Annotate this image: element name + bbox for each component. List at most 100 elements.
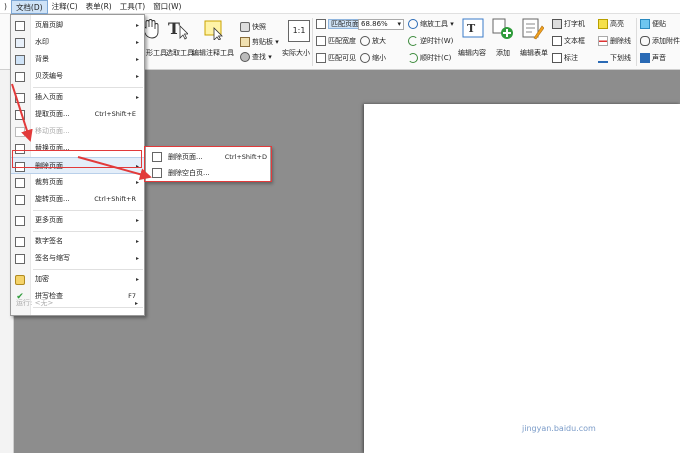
fit-visible-label: 匹配可见 (328, 54, 356, 62)
menu-item-encrypt[interactable]: 加密 ▸ (11, 271, 144, 288)
select-text-icon[interactable]: T (166, 18, 188, 40)
select-tool-label[interactable]: 选取工具 (166, 48, 194, 58)
callout-label: 标注 (564, 54, 578, 62)
ribbon-divider (312, 18, 313, 66)
actual-size-icon[interactable]: 1:1 (288, 20, 310, 42)
attach-label: 添加附件 (652, 37, 680, 45)
chevron-down-icon[interactable]: ▾ (397, 20, 401, 29)
header-footer-icon (15, 21, 25, 31)
chevron-right-icon: ▸ (135, 94, 139, 101)
rotate-left-icon (408, 36, 418, 46)
rotate-ccw-button[interactable]: 逆时针(W) (408, 36, 453, 46)
attach-button[interactable]: 添加附件 (640, 36, 680, 46)
menu-item-digital-signature[interactable]: 数字签名 ▸ (11, 233, 144, 250)
menu-item-label: 页眉页脚 (35, 21, 63, 29)
menu-item-label: 加密 (35, 275, 49, 283)
strikeout-button[interactable]: 删除线 (598, 36, 631, 46)
note-icon (640, 19, 650, 29)
zoom-in-button[interactable]: 放大 (360, 36, 386, 46)
menu-item-comment[interactable]: 注释(C) (48, 0, 82, 14)
menu-item-header-footer[interactable]: 页眉页脚 ▸ (11, 17, 144, 34)
typewriter-icon (552, 19, 562, 29)
edit-content-label[interactable]: 编辑内容 (458, 48, 486, 58)
menu-item-label: 裁剪页面 (35, 178, 63, 186)
sound-button[interactable]: 声音 (640, 53, 666, 63)
clipboard-button[interactable]: 剪贴板 ▾ (240, 37, 279, 47)
clipboard-label: 剪贴板 (252, 38, 273, 46)
menu-item-background[interactable]: 背景 ▸ (11, 51, 144, 68)
menu-item-extract-page[interactable]: 提取页面... Ctrl+Shift+E (11, 106, 144, 123)
menu-item-label: 数字签名 (35, 237, 63, 245)
menu-item-window[interactable]: 窗口(W) (149, 0, 185, 14)
typewriter-button[interactable]: 打字机 (552, 19, 585, 29)
menu-item-bates-numbering[interactable]: 贝茨编号 ▸ (11, 68, 144, 85)
textbox-icon (552, 36, 562, 46)
menu-item-label: 运行: <无> (16, 299, 54, 307)
textbox-button[interactable]: 文本框 (552, 36, 585, 46)
snapshot-button[interactable]: 快照 (240, 22, 266, 32)
chevron-right-icon: ▸ (135, 255, 139, 262)
shortcut-label: Ctrl+Shift+E (94, 110, 136, 118)
fit-visible-button[interactable]: 匹配可见 (316, 53, 356, 63)
note-button[interactable]: 便贴 (640, 19, 666, 29)
menu-item-label: 贝茨编号 (35, 72, 63, 80)
chevron-right-icon: ▸ (135, 179, 139, 186)
underline-label: 下划线 (610, 54, 631, 62)
lock-icon (15, 275, 25, 285)
highlight-button[interactable]: 高亮 (598, 19, 624, 29)
background-icon (15, 55, 25, 65)
chevron-right-icon: ▸ (135, 39, 139, 46)
rotate-cw-label: 顺时针(C) (420, 54, 452, 62)
add-icon[interactable] (492, 18, 514, 40)
menu-item-watermark[interactable]: 水印 ▸ (11, 34, 144, 51)
underline-button[interactable]: 下划线 (598, 53, 631, 63)
add-label[interactable]: 添加 (496, 48, 510, 58)
rotate-page-icon (15, 195, 25, 205)
fit-width-icon (316, 36, 326, 46)
plus-circle-icon (360, 36, 370, 46)
edit-form-icon[interactable] (522, 18, 544, 40)
highlight-label: 高亮 (610, 20, 624, 28)
edit-content-icon[interactable]: T (462, 18, 484, 40)
menu-separator (33, 269, 143, 270)
edit-annotation-label[interactable]: 编辑注释工具 (192, 48, 234, 58)
edit-annotation-icon[interactable] (202, 18, 224, 40)
camera-icon (240, 22, 250, 32)
callout-button[interactable]: 标注 (552, 53, 578, 63)
menu-item-more-pages[interactable]: 更多页面 ▸ (11, 212, 144, 229)
edit-form-label[interactable]: 编辑表单 (520, 48, 548, 58)
crop-page-icon (15, 178, 25, 188)
rotate-cw-button[interactable]: 顺时针(C) (408, 53, 451, 63)
menu-item-rotate-page[interactable]: 旋转页面... Ctrl+Shift+R (11, 191, 144, 208)
zoom-in-label: 放大 (372, 37, 386, 45)
digital-signature-icon (15, 237, 25, 247)
menu-item-insert-page[interactable]: 插入页面 ▸ (11, 89, 144, 106)
fit-page-button[interactable]: 匹配页面 (316, 19, 362, 29)
menu-item-crop-page[interactable]: 裁剪页面 ▸ (11, 174, 144, 191)
zoom-tool-label: 缩放工具 (420, 20, 448, 28)
menu-item-label: 移动页面... (35, 127, 70, 135)
menu-item-form[interactable]: 表单(R) (82, 0, 116, 14)
menu-item-view[interactable]: ) (0, 0, 11, 14)
menu-item-label: 旋转页面... (35, 195, 70, 203)
zoom-tool-button[interactable]: 缩放工具 ▾ (408, 19, 454, 29)
svg-text:T: T (168, 19, 180, 38)
actual-size-label[interactable]: 实际大小 (282, 48, 310, 58)
chevron-right-icon: ▸ (135, 276, 139, 283)
menu-item-label: 更多页面 (35, 216, 63, 224)
menu-item-tools[interactable]: 工具(T) (116, 0, 149, 14)
find-button[interactable]: 查找 ▾ (240, 52, 272, 62)
menu-item-document[interactable]: 文档(D) (10, 0, 48, 14)
more-pages-icon (15, 216, 25, 226)
move-page-icon (15, 127, 25, 137)
zoom-out-button[interactable]: 缩小 (360, 53, 386, 63)
zoom-input[interactable]: 68.86% ▾ (358, 19, 404, 30)
find-label: 查找 (252, 53, 266, 61)
chevron-right-icon: ▸ (135, 56, 139, 63)
annotation-box-submenu (144, 146, 272, 182)
chevron-right-icon: ▸ (135, 73, 139, 80)
fit-width-button[interactable]: 匹配宽度 (316, 36, 356, 46)
menu-item-sign-initials[interactable]: 签名与缩写 ▸ (11, 250, 144, 267)
hand-tool-label[interactable]: 形工具 (146, 48, 167, 58)
fit-width-label: 匹配宽度 (328, 37, 356, 45)
